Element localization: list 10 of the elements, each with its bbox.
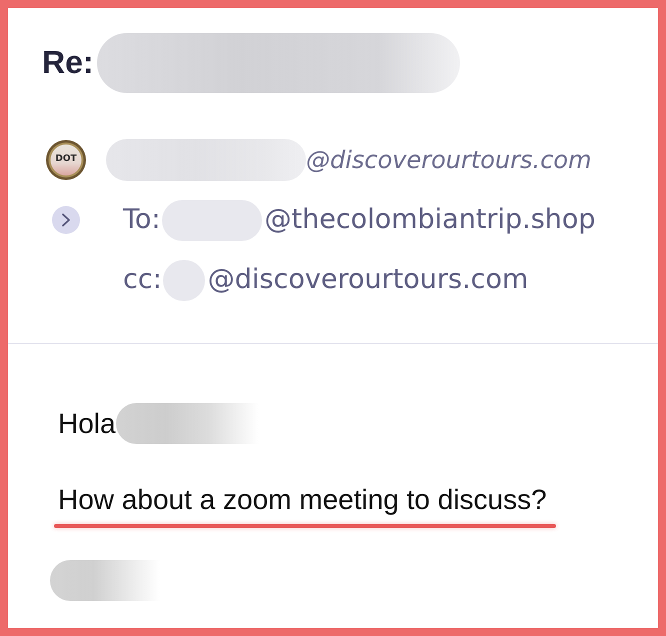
sender-avatar: DOT	[46, 140, 86, 180]
recipient-label: To:	[123, 204, 161, 236]
sender-address: @discoverourtours.com	[306, 146, 592, 174]
greeting-text: Hola	[58, 406, 116, 440]
recipient-address: @thecolombiantrip.shop	[264, 204, 596, 236]
expand-button[interactable]	[52, 206, 80, 234]
message-text: How about a zoom meeting to discuss?	[58, 483, 547, 517]
recipient-label: cc:	[123, 264, 162, 296]
subject-prefix: Re:	[42, 45, 94, 81]
recipient-address: @discoverourtours.com	[208, 264, 528, 296]
